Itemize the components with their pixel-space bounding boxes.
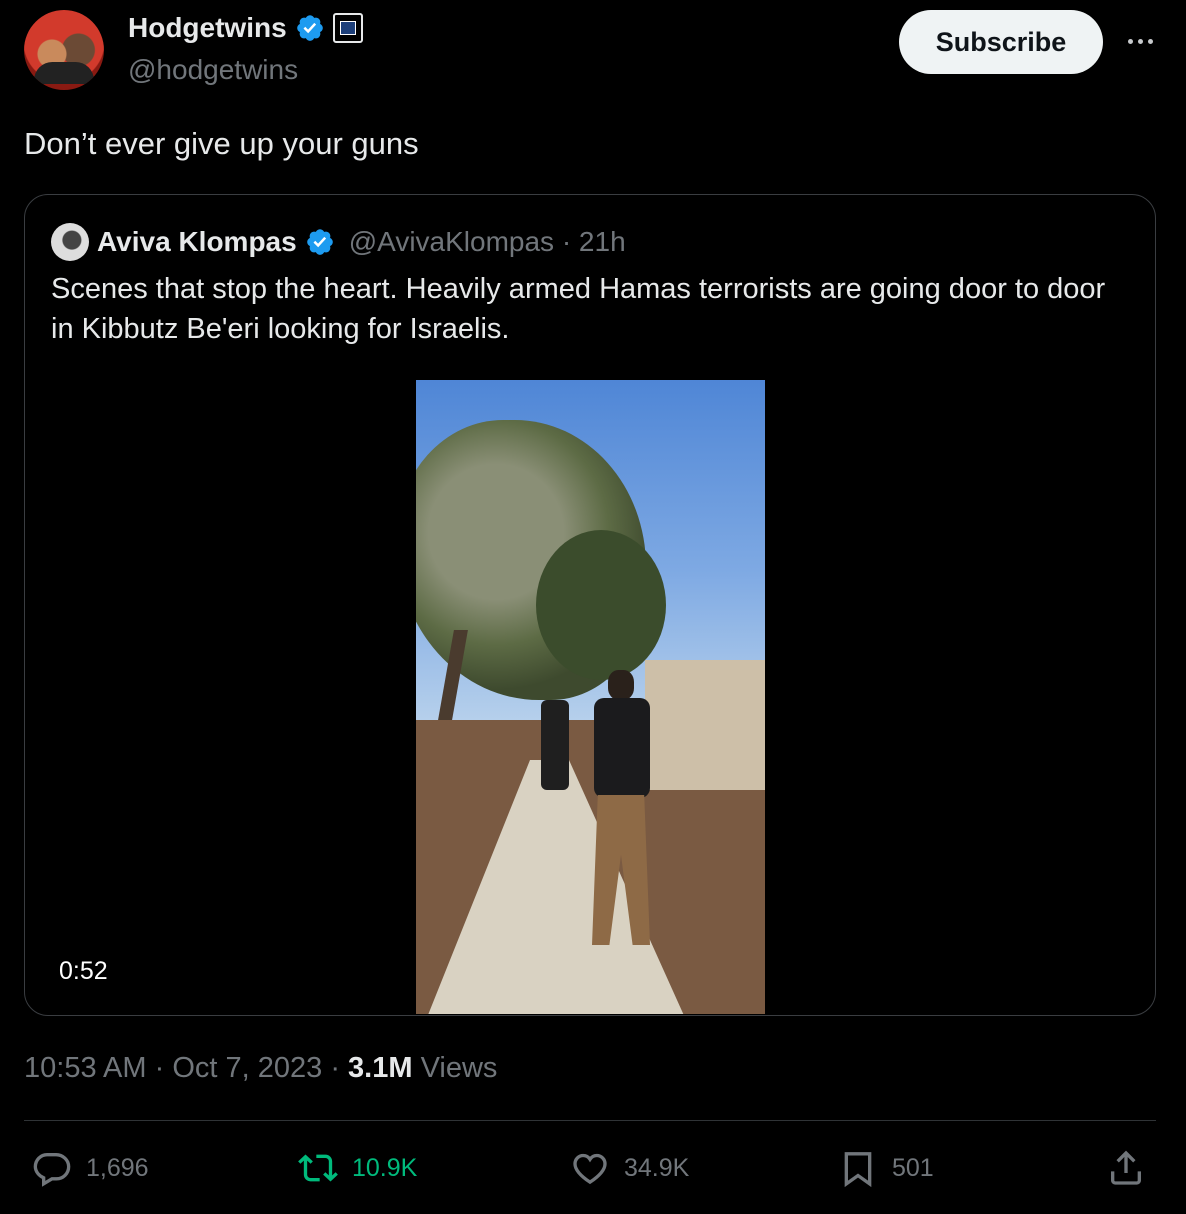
tweet-time[interactable]: 10:53 AM	[24, 1052, 147, 1084]
video-duration: 0:52	[59, 957, 108, 985]
author-display-name[interactable]: Hodgetwins	[128, 12, 287, 44]
more-icon[interactable]	[1120, 26, 1160, 56]
reply-icon	[33, 1153, 71, 1187]
quoted-tweet[interactable]: Aviva Klompas @AvivaKlompas · 21h Scenes…	[24, 194, 1156, 1016]
video-building	[645, 660, 765, 790]
quoted-video[interactable]	[416, 380, 765, 1014]
video-person-near	[586, 670, 656, 950]
verified-badge-icon	[296, 15, 323, 41]
like-button[interactable]: 34.9K	[570, 1148, 689, 1188]
bookmark-count: 501	[892, 1153, 934, 1182]
quoted-display-name[interactable]: Aviva Klompas	[97, 226, 297, 258]
quoted-avatar[interactable]	[51, 223, 89, 261]
tweet-date[interactable]: Oct 7, 2023	[172, 1052, 322, 1084]
quoted-handle-and-age: @AvivaKlompas · 21h	[348, 226, 626, 257]
verified-badge-icon	[306, 229, 333, 255]
tweet-timestamp: 10:53 AM · Oct 7, 2023 · 3.1M Views	[24, 1052, 498, 1084]
views-count: 3.1M	[348, 1052, 413, 1084]
bookmark-icon	[844, 1152, 872, 1188]
divider	[24, 1120, 1156, 1121]
like-icon	[573, 1153, 607, 1185]
views-label: Views	[420, 1052, 498, 1084]
author-avatar[interactable]	[24, 10, 104, 90]
retweet-button[interactable]: 10.9K	[298, 1148, 417, 1188]
reply-count: 1,696	[86, 1153, 149, 1182]
quoted-text: Scenes that stop the heart. Heavily arme…	[51, 273, 1106, 345]
video-person-far	[541, 700, 569, 790]
reply-button[interactable]: 1,696	[32, 1148, 149, 1188]
author-name-row: Hodgetwins	[128, 12, 363, 44]
bookmark-button[interactable]: 501	[838, 1148, 934, 1188]
share-button[interactable]	[1106, 1148, 1146, 1188]
like-count: 34.9K	[624, 1153, 690, 1182]
tweet-text: Don’t ever give up your guns	[24, 126, 419, 161]
video-tree-foliage	[536, 530, 666, 680]
affiliate-badge-icon[interactable]	[332, 13, 363, 43]
quoted-header: Aviva Klompas @AvivaKlompas · 21h	[51, 223, 626, 261]
subscribe-button[interactable]: Subscribe	[899, 10, 1103, 74]
retweet-icon	[298, 1154, 338, 1182]
share-icon	[1111, 1150, 1141, 1185]
author-handle[interactable]: @hodgetwins	[128, 54, 298, 86]
retweet-count: 10.9K	[352, 1153, 418, 1182]
